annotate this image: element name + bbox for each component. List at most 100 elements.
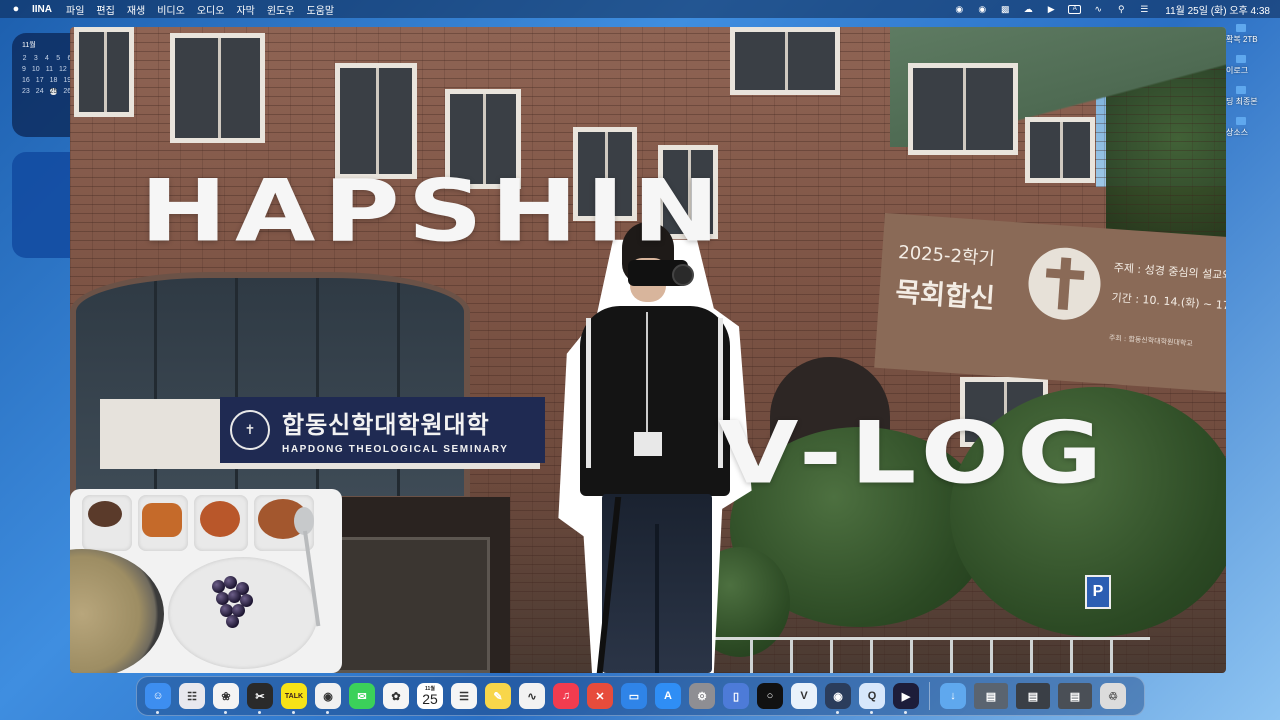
- capture-icon[interactable]: ○: [757, 683, 783, 709]
- trash-icon[interactable]: ♲: [1100, 683, 1126, 709]
- title-vlog: V-LOG: [718, 403, 1111, 504]
- calendar-today: 25: [49, 88, 58, 95]
- folder-icon: [1236, 117, 1246, 125]
- keyboard-input-icon[interactable]: A: [1068, 4, 1082, 14]
- calendar-day: 23: [22, 88, 30, 95]
- chatgpt-icon[interactable]: ❀: [213, 683, 239, 714]
- menu-edit[interactable]: 편집: [96, 2, 114, 17]
- menu-help[interactable]: 도움말: [306, 2, 334, 17]
- launchpad-icon[interactable]: ☷: [179, 683, 205, 709]
- grape: [226, 615, 239, 628]
- calendar-icon[interactable]: 11월 25: [417, 683, 443, 709]
- x-app-icon[interactable]: ✕: [587, 683, 613, 709]
- calendar-widget[interactable]: 11월 2 3 4 5 6 9 10 11 12 13 16 17 18 19 …: [12, 33, 85, 137]
- reminders-icon[interactable]: ☰: [451, 683, 477, 709]
- notes-icon[interactable]: ✎: [485, 683, 511, 709]
- menubar-clock[interactable]: 11월 25일 (화) 오후 4:38: [1165, 2, 1270, 17]
- chrome-icon[interactable]: ◉: [315, 683, 341, 714]
- stop-record-icon[interactable]: ◉: [976, 4, 988, 14]
- desktop-item-folder[interactable]: 딩 최종본: [1226, 86, 1280, 107]
- calendar-day: 9: [22, 66, 26, 73]
- menu-subtitles[interactable]: 자막: [236, 2, 254, 17]
- cloud-icon[interactable]: ☁: [1022, 4, 1034, 14]
- title-hapshin: HAPSHIN: [140, 161, 728, 262]
- status-area: ◉ ◉ ▩ ☁ ▶ A ∿ ⚲ ☰ 11월 25일 (화) 오후 4:38: [953, 2, 1270, 17]
- video-camera-icon: [628, 260, 694, 286]
- vllo-icon[interactable]: V: [791, 683, 817, 709]
- sign-english: HAPDONG THEOLOGICAL SEMINARY: [282, 444, 509, 455]
- menu-playback[interactable]: 재생: [127, 2, 145, 17]
- apple-menu-icon[interactable]: ●: [10, 3, 22, 15]
- lanyard: [646, 312, 648, 432]
- seminary-seal-icon: ✝: [230, 410, 270, 450]
- calendar-day: 3: [33, 55, 38, 62]
- desktop-item-label: 딩 최종본: [1226, 97, 1258, 106]
- desktop-items: 확복 2TB 이로그 딩 최종본 상소스: [1226, 24, 1280, 148]
- grapes: [208, 572, 254, 628]
- calendar-week: 9 10 11 12 13: [22, 66, 81, 73]
- app-menu[interactable]: IINA: [32, 4, 52, 15]
- calendar-week: 23 24 25 26 27: [22, 88, 85, 95]
- calendar-day: 17: [35, 77, 44, 84]
- calendar-day: 4: [45, 55, 49, 62]
- system-settings-icon[interactable]: ⚙: [689, 683, 715, 709]
- event-banner: 2025-2학기 목회합신 주제 : 성경 중심의 설교와 설교자 기간 : 1…: [874, 213, 1226, 396]
- desktop-item-folder[interactable]: 이로그: [1226, 55, 1280, 76]
- control-center-icon[interactable]: ▩: [999, 4, 1011, 14]
- backup-disk-icon[interactable]: ◉: [825, 683, 851, 714]
- entrance-door: [330, 537, 490, 673]
- search-icon[interactable]: ⚲: [1115, 4, 1127, 14]
- building-window: [1025, 117, 1095, 183]
- spoon: [294, 507, 316, 627]
- simulator-icon[interactable]: ▯: [723, 683, 749, 709]
- parking-sign: P: [1085, 575, 1111, 609]
- desktop-item-label: 확복 2TB: [1226, 35, 1258, 44]
- person-jacket: [580, 306, 730, 496]
- seminary-sign: ✝ 합동신학대학원대학 HAPDONG THEOLOGICAL SEMINARY: [220, 397, 545, 463]
- control-switch-icon[interactable]: ☰: [1138, 4, 1150, 14]
- menu-window[interactable]: 윈도우: [267, 2, 295, 17]
- app-store-icon[interactable]: A: [655, 683, 681, 709]
- screen-record-icon[interactable]: ◉: [953, 4, 965, 14]
- video-player[interactable]: ✝ 합동신학대학원대학 HAPDONG THEOLOGICAL SEMINARY…: [70, 27, 1226, 673]
- photos-icon[interactable]: ✿: [383, 683, 409, 709]
- building-window: [908, 63, 1018, 155]
- calendar-month: 11월: [22, 42, 36, 49]
- music-icon[interactable]: ♫: [553, 683, 579, 709]
- desktop-widget[interactable]: [12, 152, 72, 258]
- drive-icon: [1236, 24, 1246, 32]
- downloads-folder-icon[interactable]: ↓: [940, 683, 966, 709]
- food-item: [142, 503, 182, 537]
- calendar-day: 18: [49, 77, 58, 84]
- calendar-day: 10: [31, 66, 40, 73]
- kakaotalk-icon[interactable]: TALK: [281, 683, 307, 714]
- folder-icon: [1236, 86, 1246, 94]
- freeform-icon[interactable]: ∿: [519, 683, 545, 709]
- desktop-item-folder[interactable]: 상소스: [1226, 117, 1280, 138]
- desktop-item-drive[interactable]: 확복 2TB: [1226, 24, 1280, 45]
- id-card: [634, 432, 662, 456]
- minimized-window-2-icon[interactable]: ▤: [1016, 683, 1050, 709]
- keynote-icon[interactable]: ▭: [621, 683, 647, 709]
- wifi-icon[interactable]: ∿: [1092, 4, 1104, 14]
- menu-file[interactable]: 파일: [66, 2, 84, 17]
- menu-audio[interactable]: 오디오: [197, 2, 225, 17]
- building-window: [170, 33, 265, 143]
- menu-video[interactable]: 비디오: [157, 2, 185, 17]
- building-window: [730, 27, 840, 95]
- sign-korean: 합동신학대학원대학: [282, 411, 490, 439]
- iina-icon[interactable]: ▶: [893, 683, 919, 714]
- final-cut-icon[interactable]: ✂: [247, 683, 273, 714]
- railing: [710, 637, 1150, 673]
- calendar-day: 24: [35, 88, 44, 95]
- minimized-window-3-icon[interactable]: ▤: [1058, 683, 1092, 709]
- minimized-window-1-icon[interactable]: ▤: [974, 683, 1008, 709]
- quicktime-icon[interactable]: Q: [859, 683, 885, 714]
- food-item: [200, 501, 240, 537]
- messages-icon[interactable]: ✉: [349, 683, 375, 709]
- desktop-item-label: 상소스: [1226, 128, 1249, 137]
- finder-icon[interactable]: ☺: [145, 683, 171, 714]
- calendar-day: 16: [22, 77, 30, 84]
- menu-bar: ● IINA 파일 편집 재생 비디오 오디오 자막 윈도우 도움말 ◉ ◉ ▩…: [0, 0, 1280, 18]
- media-icon[interactable]: ▶: [1045, 4, 1057, 14]
